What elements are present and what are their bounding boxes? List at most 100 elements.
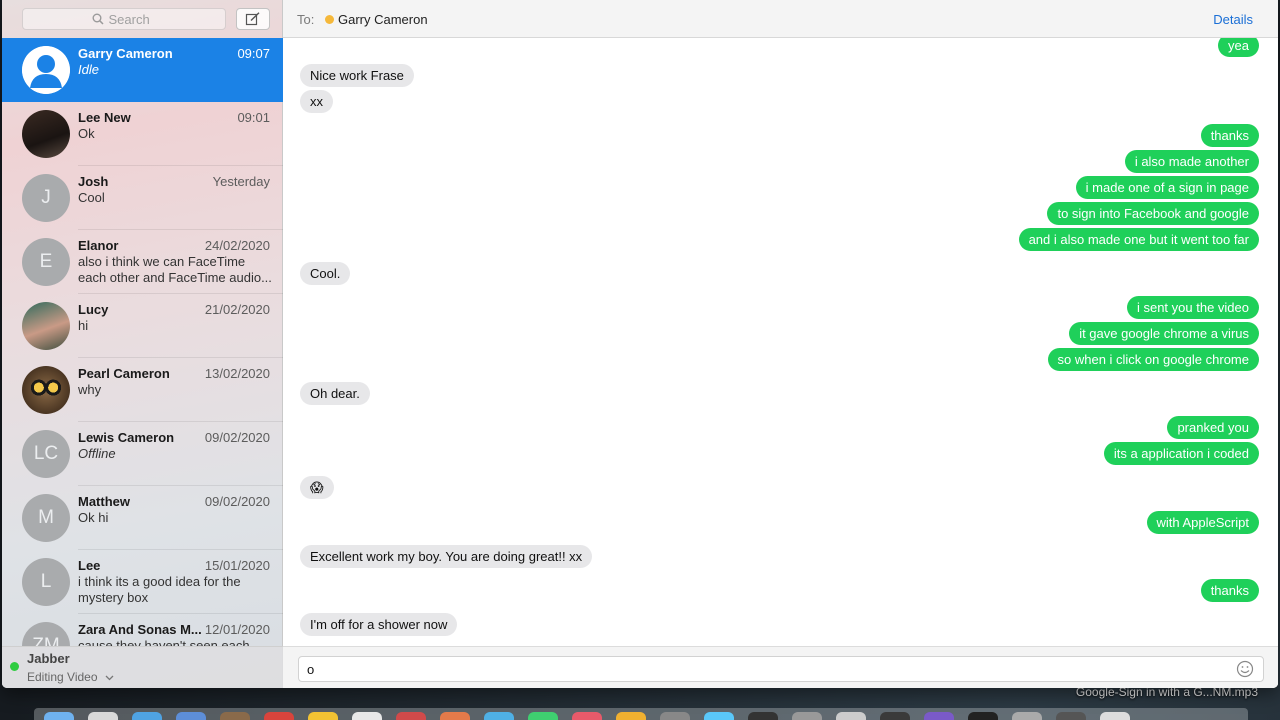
outgoing-message-bubble[interactable]: thanks — [1200, 124, 1259, 147]
recipient-status-dot — [325, 15, 334, 24]
dock-app-icon[interactable] — [880, 712, 910, 720]
message-preview: cause they haven't seen each — [78, 638, 250, 646]
dock-app-icon[interactable] — [220, 712, 250, 720]
incoming-message-bubble[interactable]: Oh dear. — [300, 382, 370, 405]
outgoing-message-bubble[interactable]: thanks — [1200, 579, 1259, 602]
avatar: E — [22, 238, 70, 286]
avatar — [22, 110, 70, 158]
dock-app-icon[interactable] — [44, 712, 74, 720]
contact-name: Lee New — [78, 110, 131, 125]
dock-app-icon[interactable] — [924, 712, 954, 720]
dock-app-icon[interactable] — [836, 712, 866, 720]
dock-app-icon[interactable] — [396, 712, 426, 720]
dock-app-icon[interactable] — [440, 712, 470, 720]
message-transcript[interactable]: yea Nice work Frase xx thanks i also made an… — [283, 38, 1278, 646]
dock-app-icon[interactable] — [528, 712, 558, 720]
conversation-item[interactable]: J Josh Yesterday Cool — [2, 166, 283, 230]
conversation-item[interactable]: Garry Cameron 09:07 Idle — [2, 38, 283, 102]
avatar: J — [22, 174, 70, 222]
dock-app-icon[interactable] — [308, 712, 338, 720]
dock-app-icon[interactable] — [88, 712, 118, 720]
compose-button[interactable] — [236, 8, 270, 30]
message-preview: Idle — [78, 62, 99, 77]
contact-name: Zara And Sonas M... — [78, 622, 202, 637]
message-input[interactable] — [298, 656, 1264, 682]
conversation-date: 09:01 — [237, 110, 270, 125]
avatar — [22, 302, 70, 350]
outgoing-message-bubble[interactable]: i also made another — [1124, 150, 1259, 173]
dock-app-icon[interactable] — [968, 712, 998, 720]
incoming-message-bubble[interactable]: 😱 — [300, 476, 334, 499]
conversation-date: 15/01/2020 — [204, 558, 270, 573]
incoming-message-bubble[interactable]: xx — [300, 90, 333, 113]
message-preview: Ok hi — [78, 510, 109, 525]
dock-app-icon[interactable] — [1012, 712, 1042, 720]
conversation-item[interactable]: E Elanor 24/02/2020 also i think we can Fac… — [2, 230, 283, 294]
outgoing-message-bubble[interactable]: its a application i coded — [1103, 442, 1259, 465]
conversation-date: Yesterday — [212, 174, 270, 189]
message-preview: i think its a good idea for the mystery … — [78, 574, 241, 605]
dock-app-icon[interactable] — [792, 712, 822, 720]
message-preview: Cool — [78, 190, 105, 205]
dock-app-icon[interactable] — [264, 712, 294, 720]
incoming-message-bubble[interactable]: Cool. — [300, 262, 351, 285]
dock-app-icon[interactable] — [660, 712, 690, 720]
message-preview: Offline — [78, 446, 116, 461]
incoming-message-bubble[interactable]: I'm off for a shower now — [300, 613, 458, 636]
search-box[interactable] — [22, 8, 226, 30]
dock[interactable] — [34, 708, 1248, 720]
to-label: To: — [297, 12, 315, 27]
conversation-date: 09/02/2020 — [204, 430, 270, 445]
conversation-item[interactable]: Pearl Cameron 13/02/2020 why — [2, 358, 283, 422]
conversation-item[interactable]: Lee New 09:01 Ok — [2, 102, 283, 166]
outgoing-message-bubble[interactable]: i made one of a sign in page — [1075, 176, 1259, 199]
contact-name: Matthew — [78, 494, 130, 509]
dock-app-icon[interactable] — [572, 712, 602, 720]
conversation-date: 24/02/2020 — [204, 238, 270, 253]
details-button[interactable]: Details — [1213, 12, 1253, 27]
dock-app-icon[interactable] — [352, 712, 382, 720]
avatar: L — [22, 558, 70, 606]
conversation-item[interactable]: ZM Zara And Sonas M... 12/01/2020 cause the… — [2, 614, 283, 646]
dock-app-icon[interactable] — [1100, 712, 1130, 720]
status-indicator — [10, 662, 19, 671]
outgoing-message-bubble[interactable]: with AppleScript — [1146, 511, 1259, 534]
conversation-date: 09:07 — [237, 46, 270, 61]
compose-icon — [245, 12, 260, 26]
outgoing-message-bubble[interactable]: pranked you — [1167, 416, 1259, 439]
sidebar-toolbar — [2, 0, 283, 38]
conversation-item[interactable]: L Lee 15/01/2020 i think its a good idea fo… — [2, 550, 283, 614]
conversation-date: 09/02/2020 — [204, 494, 270, 509]
dock-app-icon[interactable] — [176, 712, 206, 720]
conversation-item[interactable]: Lucy 21/02/2020 hi — [2, 294, 283, 358]
conversation-date: 12/01/2020 — [204, 622, 270, 637]
outgoing-message-bubble[interactable]: yea — [1218, 38, 1259, 57]
outgoing-message-bubble[interactable]: and i also made one but it went too far — [1018, 228, 1259, 251]
outgoing-message-bubble[interactable]: so when i click on google chrome — [1047, 348, 1259, 371]
dock-app-icon[interactable] — [484, 712, 514, 720]
contact-name: Lee — [78, 558, 101, 573]
dock-app-icon[interactable] — [748, 712, 778, 720]
outgoing-message-bubble[interactable]: to sign into Facebook and google — [1047, 202, 1259, 225]
contact-name: Lucy — [78, 302, 109, 317]
dock-app-icon[interactable] — [132, 712, 162, 720]
dock-app-icon[interactable] — [704, 712, 734, 720]
contact-name: Elanor — [78, 238, 119, 253]
avatar — [22, 366, 70, 414]
incoming-message-bubble[interactable]: Excellent work my boy. You are doing gre… — [300, 545, 593, 568]
conversation-item[interactable]: LC Lewis Cameron 09/02/2020 Offline — [2, 422, 283, 486]
message-preview: hi — [78, 318, 89, 333]
dock-app-icon[interactable] — [616, 712, 646, 720]
dock-app-icon[interactable] — [1056, 712, 1086, 720]
recipient-name[interactable]: Garry Cameron — [338, 12, 428, 27]
search-input[interactable] — [108, 11, 157, 27]
outgoing-message-bubble[interactable]: i sent you the video — [1126, 296, 1259, 319]
conversation-list[interactable]: Garry Cameron 09:07 Idle Lee New 09:01 Ok J Jos… — [2, 38, 283, 646]
conversation-item[interactable]: M Matthew 09/02/2020 Ok hi — [2, 486, 283, 550]
contact-name: Lewis Cameron — [78, 430, 175, 445]
account-status-selector[interactable]: Editing Video — [27, 670, 114, 684]
emoji-picker-icon[interactable] — [1236, 660, 1254, 678]
outgoing-message-bubble[interactable]: it gave google chrome a virus — [1069, 322, 1259, 345]
avatar — [22, 46, 70, 94]
incoming-message-bubble[interactable]: Nice work Frase — [300, 64, 414, 87]
